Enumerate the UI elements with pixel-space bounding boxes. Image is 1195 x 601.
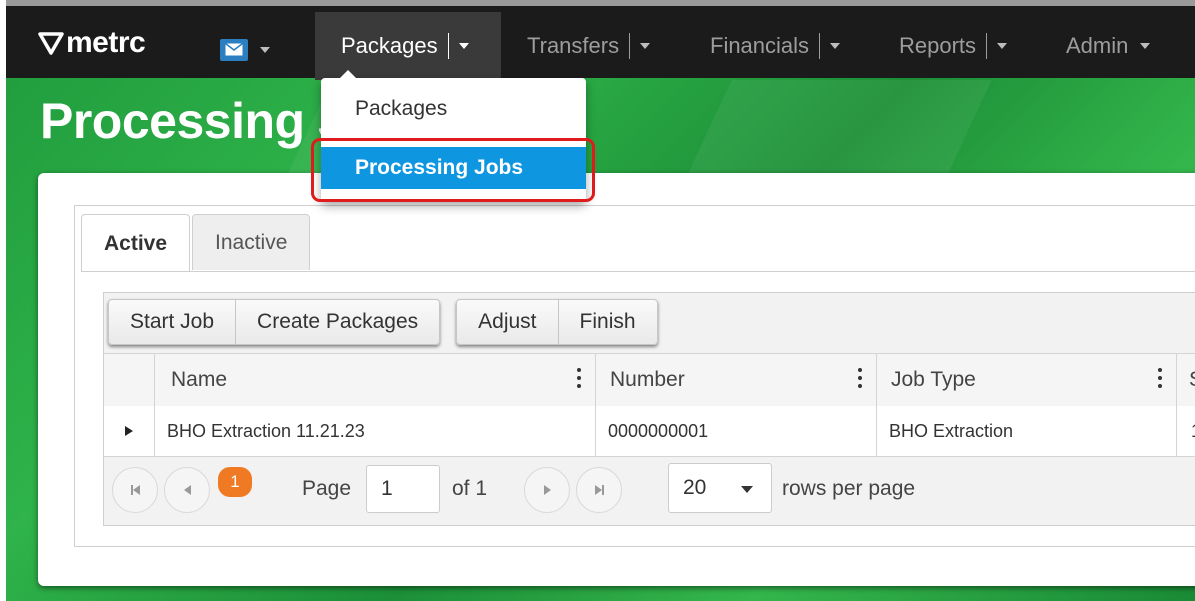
last-page-button[interactable] bbox=[576, 467, 622, 513]
metrc-logo-icon bbox=[38, 32, 64, 55]
app-frame: metrc Packages Transfers Financials Repo… bbox=[6, 0, 1195, 601]
column-menu-icon[interactable] bbox=[858, 368, 862, 388]
finish-button[interactable]: Finish bbox=[558, 299, 658, 345]
cell-next: 1 bbox=[1176, 406, 1195, 456]
expand-arrow-icon bbox=[125, 426, 133, 436]
table-row[interactable]: BHO Extraction 11.21.23 0000000001 BHO E… bbox=[104, 406, 1195, 457]
chevron-down-icon[interactable] bbox=[458, 43, 469, 49]
cell-job-type: BHO Extraction bbox=[876, 406, 1176, 456]
chevron-down-icon[interactable] bbox=[997, 43, 1008, 49]
column-header-job-type-label: Job Type bbox=[891, 368, 976, 391]
tab-divider bbox=[81, 271, 1195, 272]
create-packages-button[interactable]: Create Packages bbox=[236, 299, 441, 345]
nav-admin[interactable]: Admin bbox=[1066, 12, 1151, 80]
page-label: Page bbox=[302, 477, 352, 500]
nav-reports-label: Reports bbox=[899, 33, 977, 58]
tab-inactive[interactable]: Inactive bbox=[192, 214, 311, 270]
nav-packages-label: Packages bbox=[341, 33, 438, 58]
jobs-grid: Start Job Create Packages Adjust Finish … bbox=[103, 292, 1195, 526]
menu-item-packages[interactable]: Packages bbox=[321, 88, 586, 130]
divider bbox=[629, 33, 631, 59]
prev-page-button[interactable] bbox=[164, 467, 210, 513]
nav-reports[interactable]: Reports bbox=[899, 12, 1008, 80]
top-navbar: metrc Packages Transfers Financials Repo… bbox=[6, 0, 1195, 80]
metrc-logo[interactable]: metrc bbox=[38, 26, 146, 60]
cell-number: 0000000001 bbox=[595, 406, 876, 456]
job-actions-group: Start Job Create Packages bbox=[108, 299, 441, 345]
dropdown-pointer bbox=[339, 70, 357, 79]
rows-per-page-label: rows per page bbox=[782, 477, 916, 500]
chevron-down-icon[interactable] bbox=[640, 43, 651, 49]
grid-toolbar: Start Job Create Packages Adjust Finish bbox=[108, 299, 674, 345]
first-page-icon bbox=[130, 485, 140, 495]
column-header-job-type[interactable]: Job Type bbox=[876, 354, 1176, 406]
divider bbox=[986, 33, 988, 59]
highlight-box bbox=[311, 138, 595, 202]
nav-admin-label: Admin bbox=[1066, 33, 1129, 58]
messages-button[interactable] bbox=[220, 36, 270, 63]
table-header: Name Number Job Type S bbox=[104, 353, 1195, 407]
column-header-name-label: Name bbox=[171, 368, 228, 391]
column-menu-icon[interactable] bbox=[1158, 368, 1162, 388]
column-header-number[interactable]: Number bbox=[595, 354, 876, 406]
column-header-name[interactable]: Name bbox=[154, 354, 595, 406]
row-expander[interactable] bbox=[104, 406, 154, 456]
page-number-input[interactable] bbox=[366, 465, 440, 513]
nav-transfers[interactable]: Transfers bbox=[527, 12, 651, 80]
content-panel: Active Inactive Start Job Create Package… bbox=[38, 173, 1195, 586]
adjust-button[interactable]: Adjust bbox=[456, 299, 559, 345]
prev-page-icon bbox=[183, 485, 191, 495]
column-header-number-label: Number bbox=[610, 368, 685, 391]
current-page-badge: 1 bbox=[218, 467, 252, 497]
pagination-bar: 1 Page of 1 20 rows per page bbox=[104, 457, 1195, 523]
rows-per-page-select[interactable]: 20 bbox=[668, 463, 772, 513]
next-page-button[interactable] bbox=[524, 467, 570, 513]
tab-container: Active Inactive Start Job Create Package… bbox=[74, 205, 1195, 547]
logo-text: metrc bbox=[66, 26, 146, 59]
first-page-button[interactable] bbox=[112, 467, 158, 513]
tab-bar: Active Inactive bbox=[81, 214, 312, 272]
expander-header bbox=[104, 354, 154, 406]
chevron-down-icon bbox=[1140, 43, 1151, 49]
page-count-label: of 1 bbox=[452, 477, 488, 500]
envelope-icon bbox=[220, 38, 248, 61]
divider bbox=[819, 33, 821, 59]
column-header-next-label: S bbox=[1189, 368, 1195, 392]
cell-name: BHO Extraction 11.21.23 bbox=[154, 406, 595, 456]
divider bbox=[447, 33, 449, 59]
chevron-down-icon bbox=[741, 486, 753, 493]
nav-transfers-label: Transfers bbox=[527, 33, 620, 58]
last-page-icon bbox=[594, 485, 604, 495]
job-edit-group: Adjust Finish bbox=[456, 299, 658, 345]
start-job-button[interactable]: Start Job bbox=[108, 299, 237, 345]
column-menu-icon[interactable] bbox=[577, 368, 581, 388]
chevron-down-icon bbox=[260, 46, 270, 53]
nav-financials[interactable]: Financials bbox=[710, 12, 841, 80]
rows-per-page-value: 20 bbox=[683, 476, 707, 499]
column-header-next[interactable]: S bbox=[1176, 354, 1195, 406]
next-page-icon bbox=[543, 485, 551, 495]
chevron-down-icon[interactable] bbox=[830, 43, 841, 49]
tab-active[interactable]: Active bbox=[81, 214, 191, 272]
nav-financials-label: Financials bbox=[710, 33, 810, 58]
